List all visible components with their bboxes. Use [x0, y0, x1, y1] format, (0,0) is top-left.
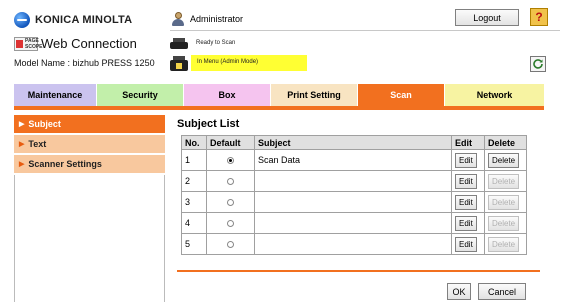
sidebar-item-scanner-settings[interactable]: ▶ Scanner Settings: [14, 155, 165, 173]
default-radio[interactable]: [227, 178, 234, 186]
default-cell: [206, 212, 255, 234]
main-tabs: Maintenance Security Box Print Setting S…: [14, 84, 544, 106]
default-cell: [206, 191, 255, 213]
delete-button: Delete: [488, 194, 520, 210]
table-header-row: No. Default Subject Edit Delete: [181, 135, 527, 150]
column-header-delete: Delete: [484, 135, 527, 150]
default-cell: [206, 170, 255, 192]
subject-cell: [254, 170, 452, 192]
table-row: 5 Edit Delete: [181, 233, 527, 255]
edit-cell: Edit: [451, 212, 485, 234]
refresh-icon[interactable]: [530, 56, 546, 72]
product-name: Web Connection: [41, 36, 137, 51]
subject-cell: [254, 212, 452, 234]
delete-button: Delete: [488, 236, 520, 252]
delete-cell: Delete: [484, 233, 527, 255]
pagescope-title: PAGE SCOPE Web Connection: [14, 36, 137, 51]
row-number: 5: [181, 233, 207, 255]
subject-cell: Scan Data: [254, 149, 452, 171]
user-info: Administrator: [170, 11, 243, 27]
mode-status: In Menu (Admin Mode): [191, 55, 307, 71]
ready-status: Ready to Scan: [196, 40, 236, 46]
delete-cell: Delete: [484, 191, 527, 213]
edit-cell: Edit: [451, 149, 485, 171]
sidebar-item-text[interactable]: ▶ Text: [14, 135, 165, 153]
arrow-right-icon: ▶: [19, 141, 25, 148]
table-row: 2 Edit Delete: [181, 170, 527, 192]
subject-cell: [254, 191, 452, 213]
edit-cell: Edit: [451, 191, 485, 213]
default-radio[interactable]: [227, 199, 234, 207]
edit-cell: Edit: [451, 170, 485, 192]
column-header-no: No.: [181, 135, 207, 150]
table-row: 3 Edit Delete: [181, 191, 527, 213]
tab-maintenance[interactable]: Maintenance: [14, 84, 97, 106]
tab-box[interactable]: Box: [184, 84, 271, 106]
delete-cell: Delete: [484, 212, 527, 234]
printer-status-icon: [170, 38, 188, 50]
default-radio[interactable]: [227, 241, 234, 249]
table-row: 4 Edit Delete: [181, 212, 527, 234]
column-header-subject: Subject: [254, 135, 452, 150]
table-row: 1 Scan Data Edit Delete: [181, 149, 527, 171]
column-header-edit: Edit: [451, 135, 485, 150]
column-header-default: Default: [206, 135, 255, 150]
sidebar-panel: [14, 175, 165, 302]
model-name: Model Name : bizhub PRESS 1250: [14, 58, 155, 68]
default-cell: [206, 149, 255, 171]
delete-button[interactable]: Delete: [488, 152, 520, 168]
edit-button[interactable]: Edit: [455, 236, 477, 252]
cancel-button[interactable]: Cancel: [478, 283, 526, 300]
arrow-right-icon: ▶: [19, 121, 25, 128]
edit-button[interactable]: Edit: [455, 215, 477, 231]
row-number: 2: [181, 170, 207, 192]
sidebar-item-label: Text: [28, 139, 47, 149]
administrator-icon: [170, 11, 186, 27]
default-radio[interactable]: [227, 220, 234, 228]
printer-mode-icon: [170, 56, 188, 72]
edit-cell: Edit: [451, 233, 485, 255]
delete-button: Delete: [488, 215, 520, 231]
ok-button[interactable]: OK: [447, 283, 471, 300]
row-number: 1: [181, 149, 207, 171]
company-name: KONICA MINOLTA: [35, 14, 133, 26]
row-number: 4: [181, 212, 207, 234]
tab-scan[interactable]: Scan: [358, 84, 445, 106]
subject-cell: [254, 233, 452, 255]
sidebar: ▶ Subject ▶ Text ▶ Scanner Settings: [14, 115, 165, 175]
tab-network[interactable]: Network: [445, 84, 544, 106]
tab-security[interactable]: Security: [97, 84, 184, 106]
help-icon[interactable]: ?: [530, 8, 548, 26]
header: KONICA MINOLTA PAGE SCOPE Web Connection…: [0, 0, 570, 82]
sidebar-item-subject[interactable]: ▶ Subject: [14, 115, 165, 133]
row-number: 3: [181, 191, 207, 213]
konica-minolta-logo: KONICA MINOLTA: [14, 12, 132, 28]
logout-button[interactable]: Logout: [455, 9, 519, 26]
konica-minolta-globe-icon: [14, 12, 30, 28]
tab-underline: [14, 106, 544, 110]
default-radio[interactable]: [227, 157, 234, 165]
delete-cell: Delete: [484, 170, 527, 192]
page-title: Subject List: [177, 118, 240, 130]
default-cell: [206, 233, 255, 255]
arrow-right-icon: ▶: [19, 161, 25, 168]
delete-cell: Delete: [484, 149, 527, 171]
edit-button[interactable]: Edit: [455, 173, 477, 189]
edit-button[interactable]: Edit: [455, 152, 477, 168]
content-divider: [177, 270, 540, 272]
header-divider: [170, 30, 560, 31]
edit-button[interactable]: Edit: [455, 194, 477, 210]
tab-print-setting[interactable]: Print Setting: [271, 84, 358, 106]
sidebar-item-label: Scanner Settings: [28, 159, 102, 169]
delete-button: Delete: [488, 173, 520, 189]
pagescope-logo-icon: PAGE SCOPE: [14, 36, 43, 51]
sidebar-item-label: Subject: [28, 119, 61, 129]
user-role: Administrator: [190, 14, 244, 24]
subject-table: No. Default Subject Edit Delete 1 Scan D…: [181, 135, 527, 255]
